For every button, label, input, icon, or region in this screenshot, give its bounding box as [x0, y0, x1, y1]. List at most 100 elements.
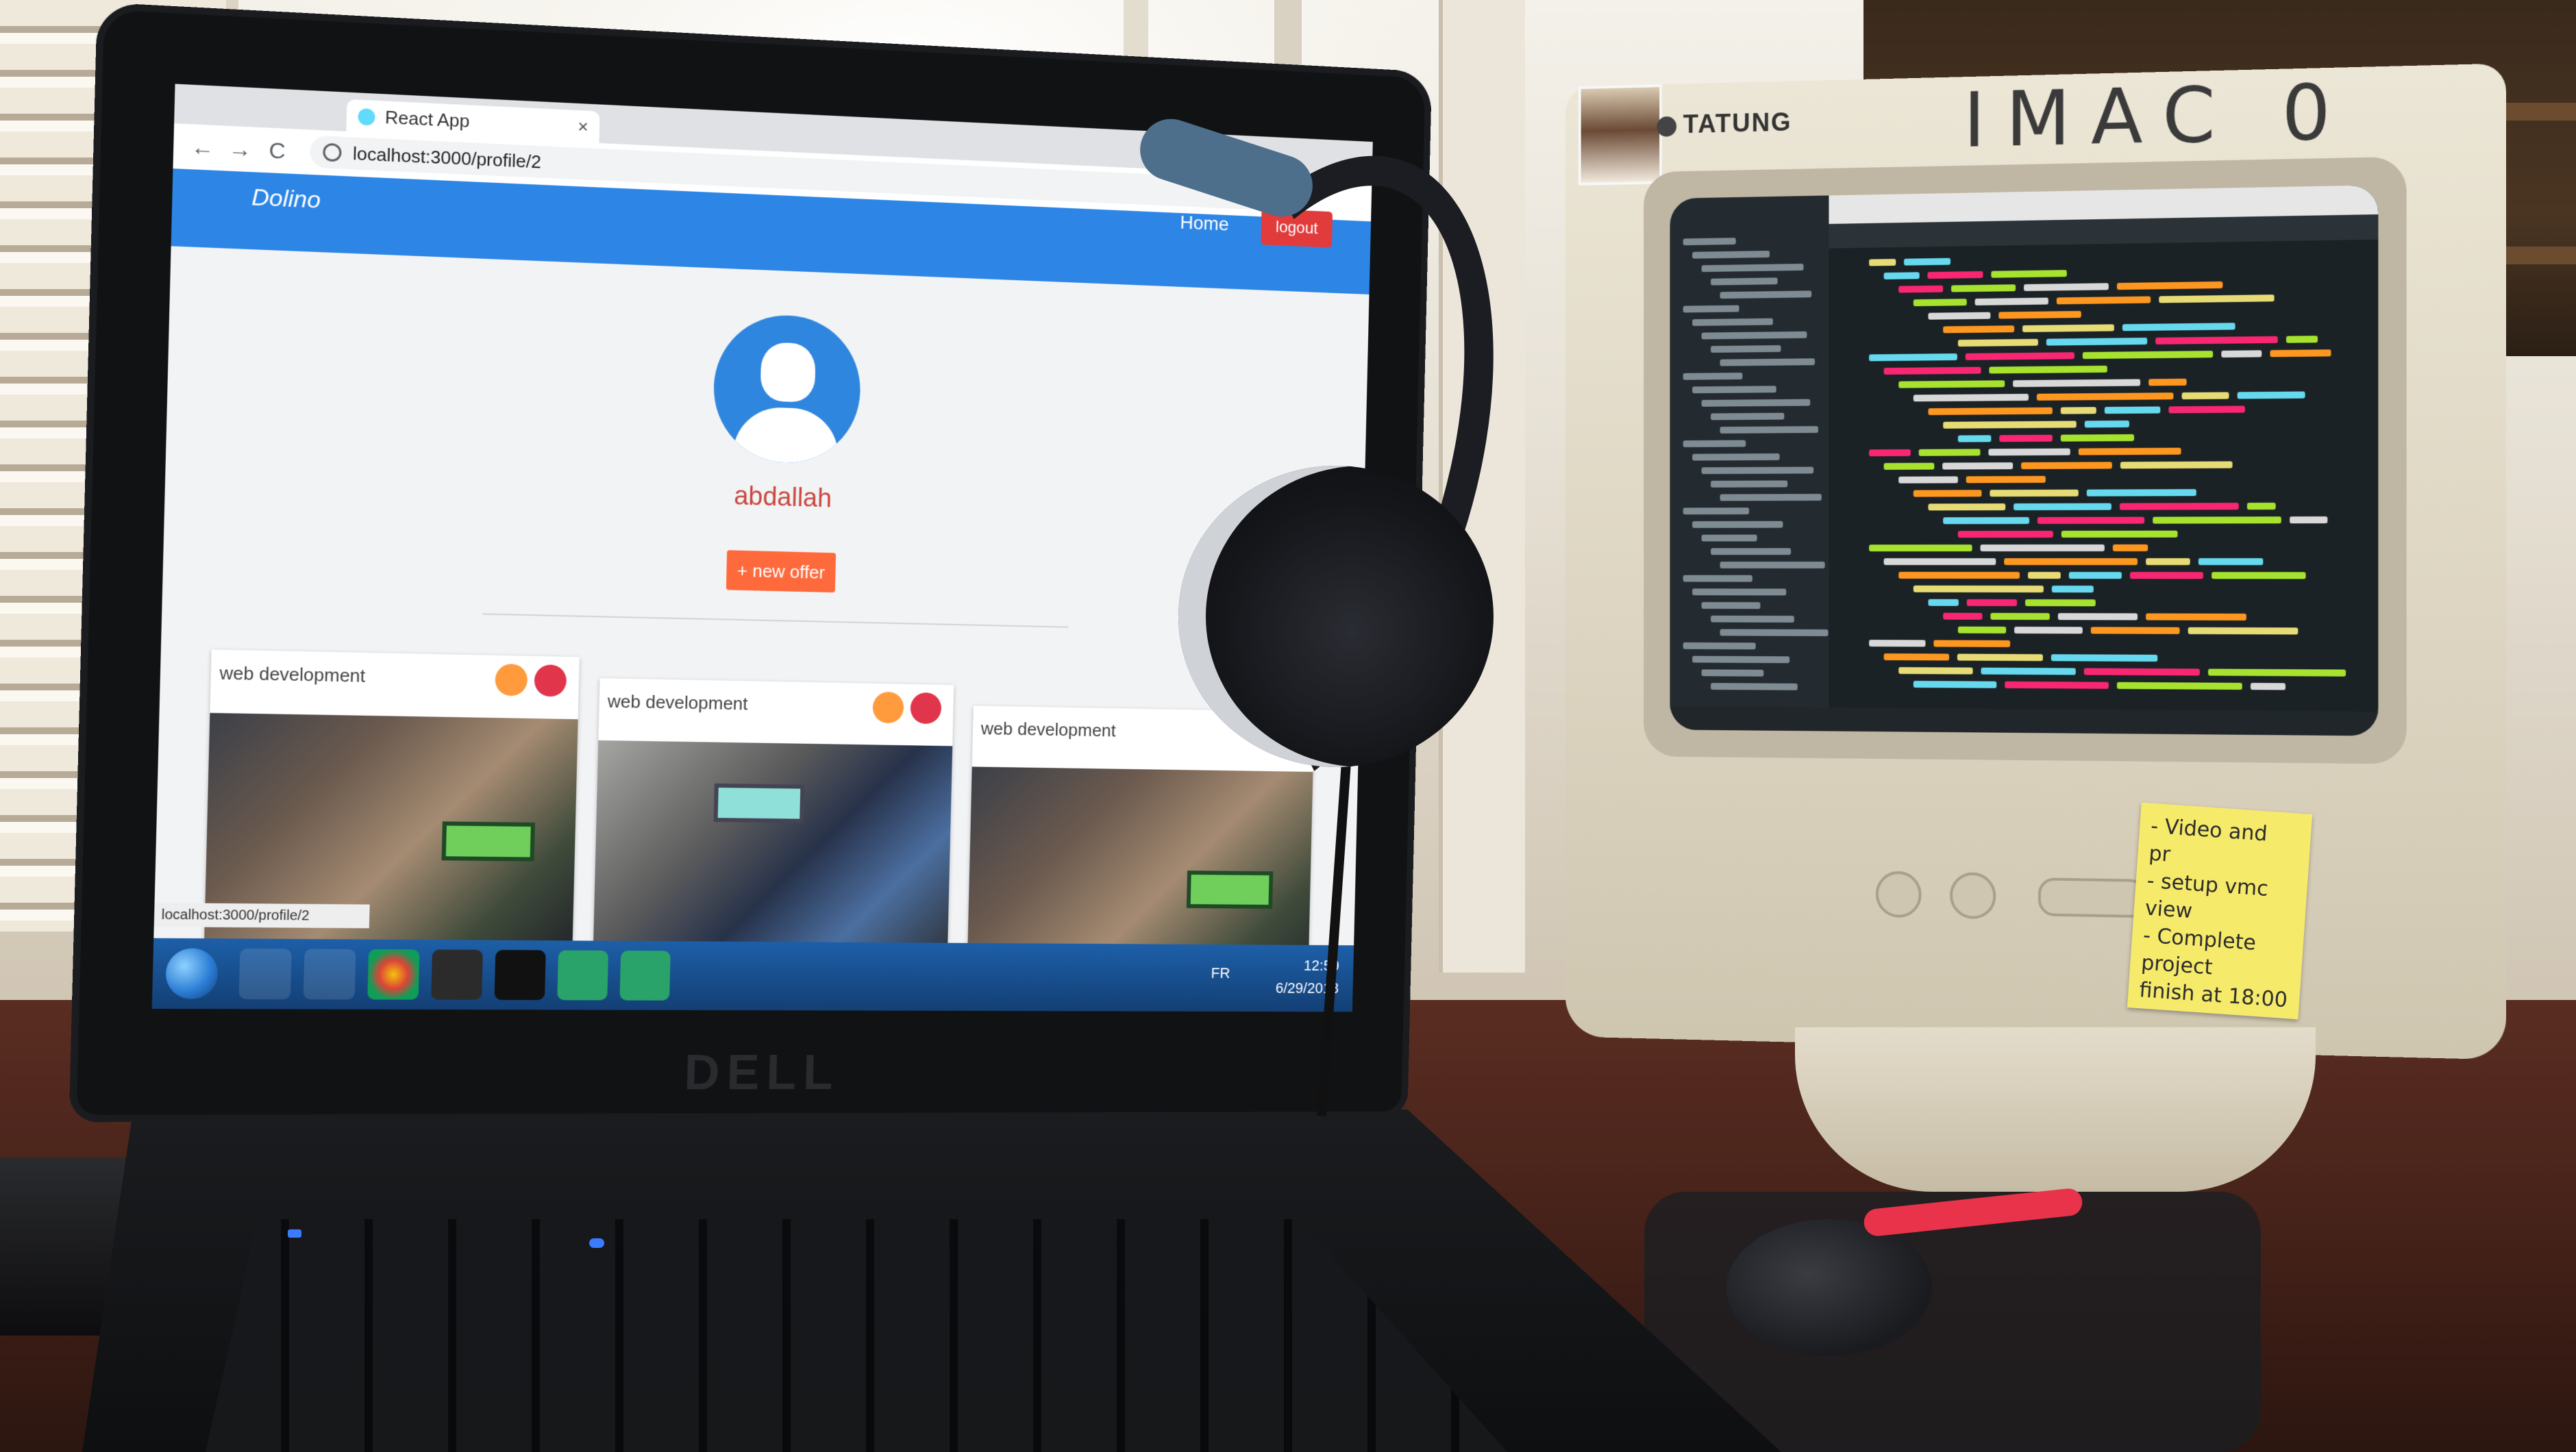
code-token: [1898, 667, 1973, 675]
crt-knob[interactable]: [1950, 872, 1996, 920]
code-token: [2250, 683, 2286, 690]
code-token: [2286, 336, 2318, 343]
code-token: [2155, 336, 2278, 345]
code-token: [2104, 406, 2161, 414]
code-token: [2221, 350, 2262, 358]
back-icon[interactable]: ←: [188, 132, 217, 162]
code-token: [1957, 435, 1992, 442]
code-token: [1883, 366, 1981, 375]
status-url: localhost:3000/profile/2: [153, 903, 370, 929]
start-button[interactable]: [165, 948, 219, 999]
atom-icon[interactable]: [619, 950, 671, 1001]
code-token: [2082, 351, 2214, 360]
code-token: [2060, 434, 2135, 442]
computer-mouse[interactable]: [1726, 1219, 1932, 1356]
code-token: [1869, 544, 1972, 552]
code-token: [2129, 572, 2203, 579]
code-token: [2061, 530, 2178, 538]
close-tab-icon[interactable]: ×: [578, 110, 589, 142]
code-token: [2036, 392, 2174, 401]
code-token: [1913, 393, 2029, 402]
code-token: [2246, 502, 2276, 510]
code-token: [2090, 627, 2180, 634]
sticker-photo: [1578, 84, 1662, 186]
react-favicon-icon: [358, 108, 375, 126]
code-token: [2014, 503, 2111, 511]
code-token: [1913, 490, 1982, 497]
person-icon-body: [732, 405, 840, 465]
headphone-earcup: [1178, 466, 1494, 767]
taskbar-language[interactable]: FR: [1211, 964, 1230, 982]
sticky-note: - Video and pr - setup vmc view - Comple…: [2127, 802, 2313, 1020]
offer-title: web development: [219, 662, 366, 686]
code-token: [1933, 640, 2011, 647]
code-token: [2112, 544, 2148, 551]
code-token: [2057, 613, 2138, 621]
code-token: [1883, 272, 1920, 279]
crt-knob[interactable]: [1875, 871, 1922, 918]
code-token: [1869, 258, 1896, 266]
code-token: [2083, 668, 2200, 676]
crt-monitor: TATUNG IMAC 0: [1565, 63, 2507, 1060]
reload-icon[interactable]: C: [262, 136, 292, 165]
code-token: [1869, 449, 1911, 457]
code-token: [1928, 312, 1991, 320]
code-area: [1670, 185, 2378, 736]
code-token: [2181, 392, 2229, 400]
trash-icon[interactable]: [534, 664, 567, 697]
code-token: [2084, 420, 2129, 428]
crt-slider[interactable]: [2038, 877, 2147, 918]
monitor-screen: [713, 783, 805, 823]
code-token: [1957, 653, 2043, 662]
monitor-brand: TATUNG: [1683, 108, 1792, 139]
code-token: [2119, 503, 2239, 510]
code-token: [2046, 337, 2148, 346]
forward-icon[interactable]: →: [225, 134, 255, 164]
code-token: [2270, 349, 2331, 358]
code-token: [1883, 462, 1935, 470]
code-token: [2068, 572, 2122, 579]
code-token: [1974, 297, 2048, 305]
code-token: [2159, 295, 2275, 303]
crt-bezel: [1644, 156, 2407, 764]
laptop-keyboard[interactable]: [206, 1219, 1507, 1452]
code-token: [2060, 407, 2096, 414]
code-token: [2005, 681, 2109, 689]
atom-icon[interactable]: [557, 950, 609, 1001]
pycharm-icon[interactable]: [431, 949, 483, 1000]
info-icon[interactable]: [323, 142, 342, 162]
code-token: [1928, 407, 2053, 416]
code-token: [1904, 258, 1951, 266]
code-token: [2051, 654, 2158, 662]
code-token: [1957, 530, 2053, 538]
code-token: [2153, 516, 2281, 524]
lcd-display: [1186, 871, 1274, 909]
code-token: [2021, 462, 2112, 470]
code-token: [1913, 585, 2044, 593]
new-offer-button[interactable]: + new offer: [726, 550, 837, 593]
divider: [482, 613, 1069, 628]
code-token: [1898, 571, 2020, 579]
code-token: [1950, 284, 2016, 292]
code-token: [1928, 599, 1959, 606]
lcd-display: [441, 821, 535, 862]
folder-icon[interactable]: [238, 948, 292, 1000]
offer-title: web development: [607, 690, 748, 714]
code-token: [1966, 599, 2018, 606]
dell-logo: DELL: [683, 1045, 841, 1101]
code-token: [1898, 285, 1944, 293]
code-token: [2208, 668, 2346, 677]
trash-icon[interactable]: [910, 692, 942, 725]
indicator-light: [589, 1238, 604, 1248]
offer-card[interactable]: web development: [592, 678, 954, 977]
media-player-icon[interactable]: [303, 949, 356, 1000]
chrome-icon[interactable]: [367, 949, 420, 1000]
user-icon[interactable]: [495, 663, 528, 697]
code-token: [1943, 612, 1983, 620]
code-token: [1998, 310, 2081, 319]
user-icon[interactable]: [872, 691, 904, 724]
code-token: [1990, 612, 2050, 621]
nav-home-link[interactable]: Home: [1180, 212, 1229, 235]
code-token: [1883, 558, 1996, 565]
terminal-icon[interactable]: [494, 949, 546, 1001]
